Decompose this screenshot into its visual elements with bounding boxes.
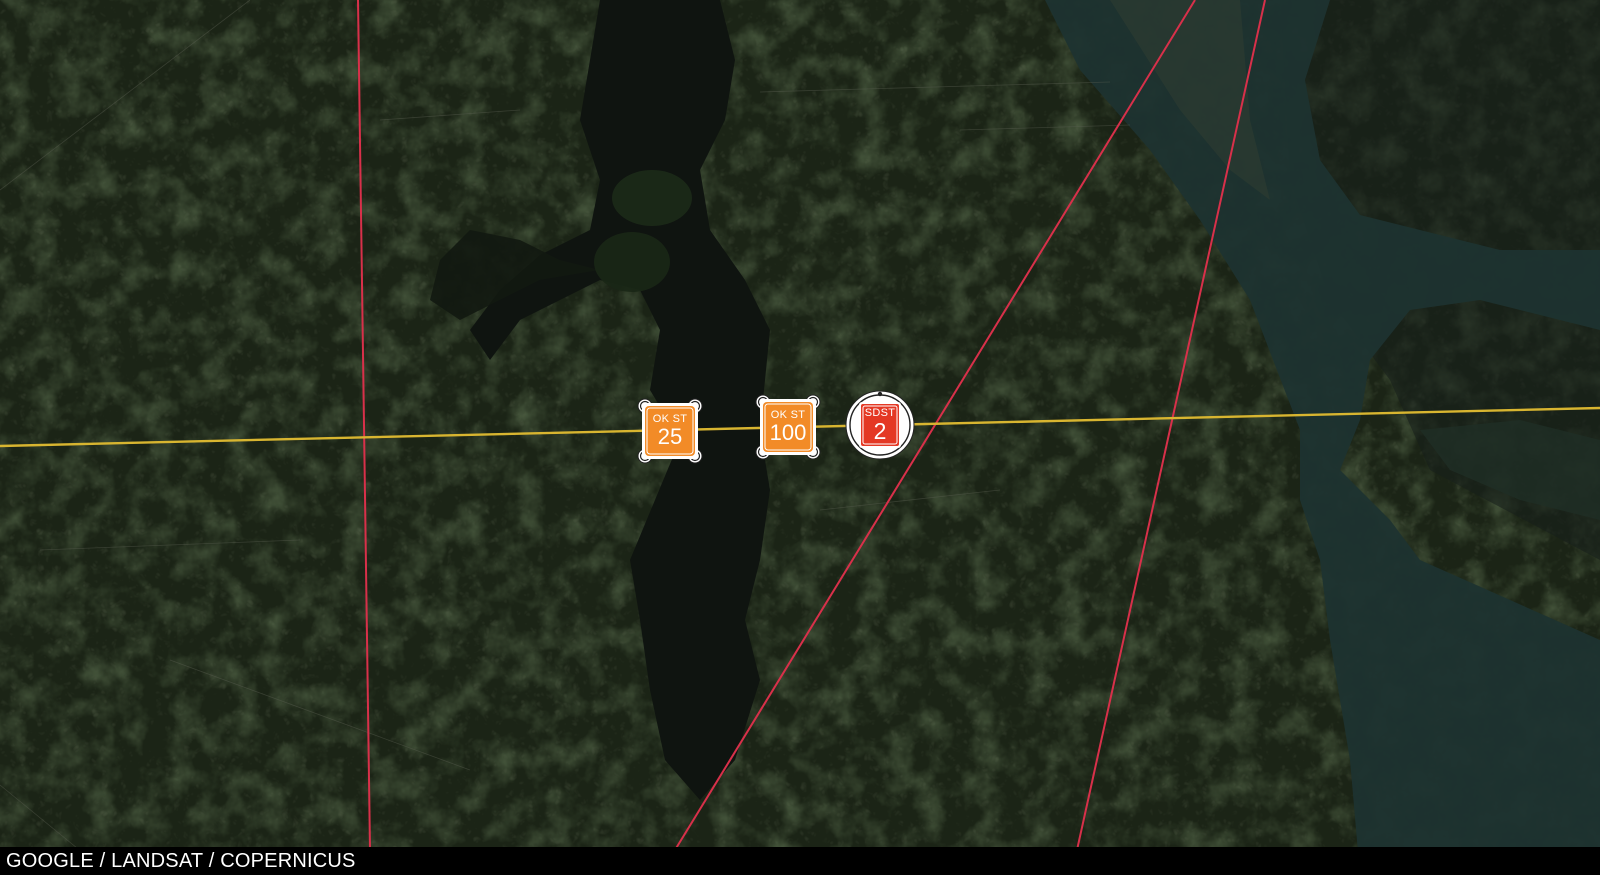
marker-number: 25 [657,424,683,449]
marker-number: 2 [873,417,887,444]
shield-label: OK ST 25 [653,414,688,448]
ok-st-100-marker[interactable]: OK ST 100 [754,393,822,461]
map-attribution: GOOGLE / LANDSAT / COPERNICUS [0,847,1600,875]
sdst-2-marker[interactable]: SDST 2 [845,390,915,460]
shield-label: OK ST 100 [770,410,807,444]
ok-st-25-marker[interactable]: OK ST 25 [636,397,704,465]
shield-label: SDST 2 [864,406,896,444]
satellite-map[interactable]: OK ST 25 OK ST 100 SDST 2 GOOGLE / LANDS… [0,0,1600,875]
marker-top-label: SDST [864,406,896,419]
marker-number: 100 [769,420,807,445]
